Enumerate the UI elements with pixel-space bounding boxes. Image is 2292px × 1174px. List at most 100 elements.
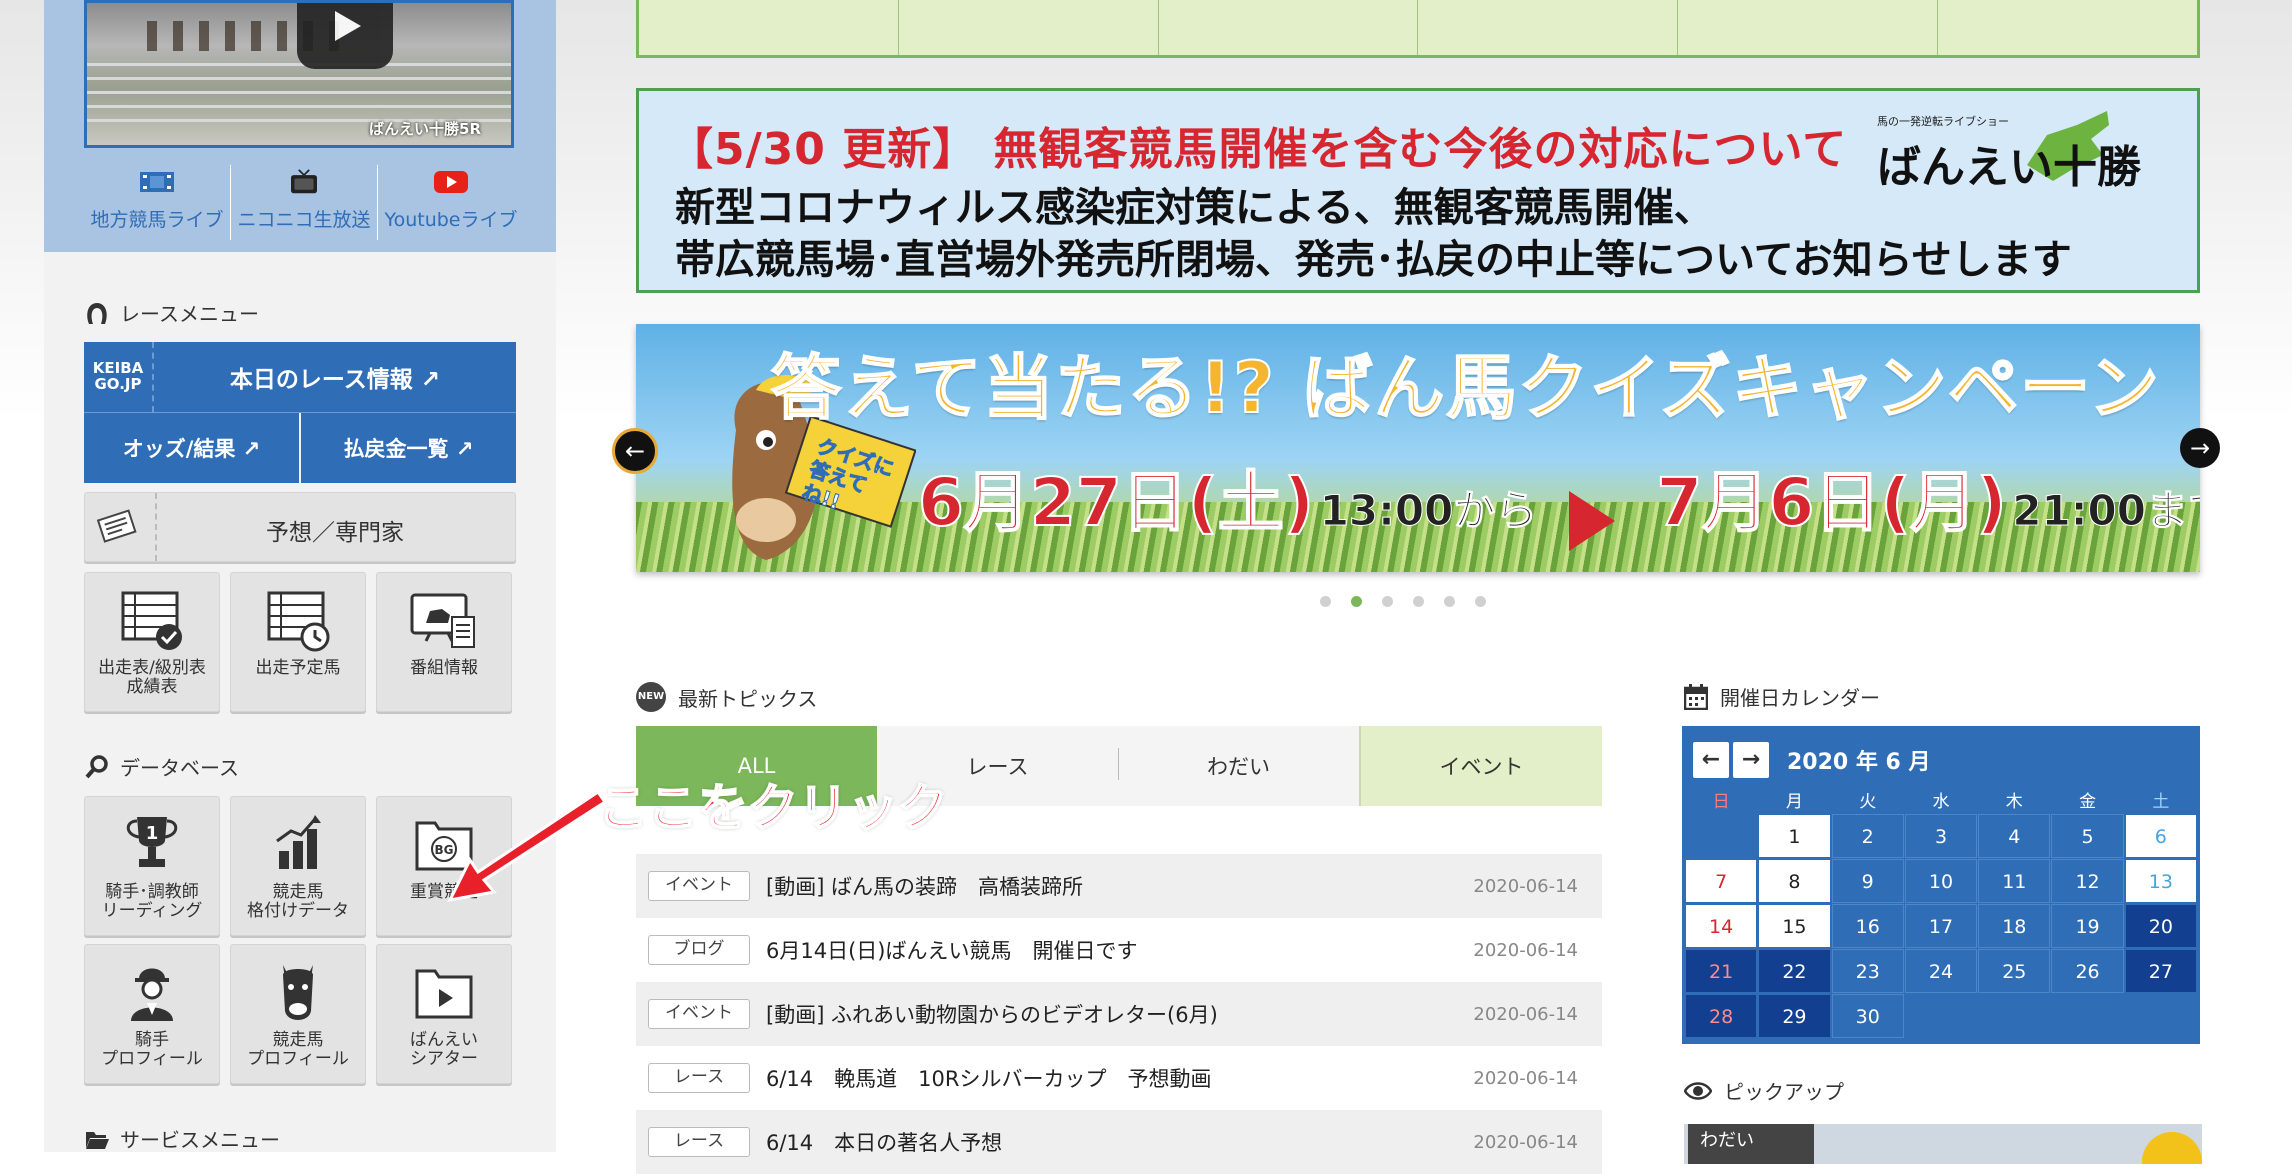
topic-date: 2020-06-14: [1473, 939, 1578, 961]
topic-row[interactable]: イベント [動画] ばん馬の装蹄 高橋装蹄所 2020-06-14: [636, 854, 1602, 918]
calendar-day[interactable]: 24: [1904, 949, 1978, 993]
odds-result-button[interactable]: オッズ/結果 ↗: [84, 413, 299, 483]
carousel-dot[interactable]: [1320, 596, 1331, 607]
calendar-day[interactable]: 21: [1685, 949, 1758, 993]
campaign-banner[interactable]: クイズに答えてね!! 答えて当たる!? ばん馬クイズキャンペーン 6月27日(土…: [636, 324, 2200, 572]
tile-entries[interactable]: 出走予定馬: [230, 572, 366, 712]
calendar-day[interactable]: 4: [1978, 814, 2051, 858]
live-video-player[interactable]: ばんえい十勝5R: [84, 0, 514, 148]
calendar-title: 開催日カレンダー: [1720, 686, 1880, 710]
arrow-left-icon: ←: [624, 437, 646, 465]
tab-event[interactable]: イベント: [1359, 726, 1602, 806]
topic-row[interactable]: ブログ 6月14日(日)ばんえい競馬 開催日です 2020-06-14: [636, 918, 1602, 982]
topic-row[interactable]: レース 6/14 本日の著名人予想 2020-06-14: [636, 1110, 1602, 1174]
calendar-day[interactable]: 11: [1978, 859, 2051, 903]
database-title: データベース: [120, 756, 239, 780]
tile-theater[interactable]: ばんえい シアター: [376, 944, 512, 1084]
page: ばんえい十勝5R 地方競馬ライブ ニコニコ生放送 Youtubeライブ レースメ…: [0, 0, 2292, 1174]
calendar-day[interactable]: 14: [1685, 904, 1758, 948]
tile-horse-profile[interactable]: 競走馬 プロフィール: [230, 944, 366, 1084]
newspaper-icon: [96, 509, 137, 543]
live-link-niconico[interactable]: ニコニコ生放送: [230, 165, 377, 240]
tile-jockey-profile[interactable]: 騎手 プロフィール: [84, 944, 220, 1084]
banner-start-time: 13:00から: [1319, 486, 1538, 536]
calendar-day[interactable]: 20: [2124, 904, 2197, 948]
yoso-button[interactable]: 予想／専門家: [84, 492, 516, 562]
calendar-empty-cell: [1685, 814, 1758, 858]
topic-row[interactable]: レース 6/14 輓馬道 10Rシルバーカップ 予想動画 2020-06-14: [636, 1046, 1602, 1110]
banner-start-date: 6月27日(土): [917, 463, 1315, 542]
live-link-chihou[interactable]: 地方競馬ライブ: [84, 165, 230, 240]
calendar-day[interactable]: 29: [1758, 994, 1831, 1038]
play-icon[interactable]: [297, 3, 393, 69]
calendar-day[interactable]: 28: [1685, 994, 1758, 1038]
eye-icon: [1684, 1081, 1712, 1100]
calendar-prev-button[interactable]: ←: [1693, 742, 1729, 778]
calendar-day[interactable]: 6: [2124, 814, 2197, 858]
calendar-day[interactable]: 13: [2124, 859, 2197, 903]
calendar-day[interactable]: 15: [1758, 904, 1831, 948]
red-arrow-icon: [447, 789, 608, 903]
calendar-day[interactable]: 2: [1831, 814, 1904, 858]
calendar-day[interactable]: 19: [2051, 904, 2124, 948]
calendar-day[interactable]: 8: [1758, 859, 1831, 903]
calendar-day[interactable]: 9: [1831, 859, 1904, 903]
calendar-day[interactable]: 7: [1685, 859, 1758, 903]
notice-line: 新型コロナウィルス感染症対策による、無観客競馬開催、: [675, 185, 1714, 231]
calendar-day[interactable]: 27: [2124, 949, 2197, 993]
calendar-day[interactable]: 17: [1904, 904, 1978, 948]
calendar-dow: 火: [1831, 791, 1904, 813]
topic-row[interactable]: イベント [動画] ふれあい動物園からのビデオレター(6月) 2020-06-14: [636, 982, 1602, 1046]
tile-leading[interactable]: 1 騎手･調教師 リーディング: [84, 796, 220, 936]
tile-race-card[interactable]: 出走表/級別表 成績表: [84, 572, 220, 712]
tile-label: 番組情報: [410, 658, 478, 678]
calendar-dow: 月: [1758, 791, 1831, 813]
tab-wadai[interactable]: わだい: [1118, 726, 1359, 806]
tile-rating[interactable]: 競走馬 格付けデータ: [230, 796, 366, 936]
calendar-grid: 日 月 火 水 木 金 土 1 2 3 4 5 6 7 8 9 10 11 12 13 14 15 16 17 1…: [1685, 791, 2197, 1038]
today-race-button[interactable]: KEIBA GO.JP 本日のレース情報 ↗: [84, 342, 516, 413]
top-info-strip: [636, 0, 2200, 58]
calendar-day[interactable]: 23: [1831, 949, 1904, 993]
carousel-dot[interactable]: [1413, 596, 1424, 607]
calendar-day[interactable]: 10: [1904, 859, 1978, 903]
video-folder-icon: [415, 969, 473, 1019]
calendar-day[interactable]: 22: [1758, 949, 1831, 993]
pickup-heading: ピックアップ: [1684, 1076, 1844, 1105]
calendar-next-button[interactable]: →: [1733, 742, 1769, 778]
calendar-day[interactable]: 16: [1831, 904, 1904, 948]
live-link-youtube[interactable]: Youtubeライブ: [377, 165, 524, 240]
calendar-dow: 水: [1904, 791, 1978, 813]
payout-list-button[interactable]: 払戻金一覧 ↗: [301, 413, 516, 483]
calendar-day[interactable]: 1: [1758, 814, 1831, 858]
new-badge-icon: NEW: [636, 682, 666, 712]
calendar-empty-cell: [2051, 994, 2124, 1038]
calendar-dow: 土: [2124, 791, 2197, 813]
calendar-day[interactable]: 3: [1904, 814, 1978, 858]
calendar-dow: 金: [2051, 791, 2124, 813]
pickup-decoration: [2142, 1132, 2202, 1164]
tile-program[interactable]: 番組情報: [376, 572, 512, 712]
topic-date: 2020-06-14: [1473, 1067, 1578, 1089]
topic-category-badge: ブログ: [648, 935, 750, 965]
carousel-prev-button[interactable]: ←: [612, 428, 658, 474]
calendar-day[interactable]: 12: [2051, 859, 2124, 903]
logo-sub: 馬の一発逆転ライブショー: [1877, 115, 2009, 128]
carousel-next-button[interactable]: →: [2180, 428, 2220, 468]
notice-banner[interactable]: 【5/30 更新】 無観客競馬開催を含む今後の対応について 新型コロナウィルス感…: [636, 88, 2200, 293]
carousel-dot[interactable]: [1351, 596, 1362, 607]
carousel-dot[interactable]: [1382, 596, 1393, 607]
calendar-day[interactable]: 30: [1831, 994, 1904, 1038]
calendar-day[interactable]: 5: [2051, 814, 2124, 858]
topic-date: 2020-06-14: [1473, 1131, 1578, 1153]
calendar-day[interactable]: 18: [1978, 904, 2051, 948]
bar-chart-icon: [276, 815, 321, 869]
carousel-dot[interactable]: [1475, 596, 1486, 607]
pickup-card[interactable]: わだい: [1684, 1124, 2202, 1164]
race-card-icon: [121, 591, 182, 650]
horse-icon: [283, 965, 313, 1020]
topic-date: 2020-06-14: [1473, 1003, 1578, 1025]
calendar-day[interactable]: 26: [2051, 949, 2124, 993]
carousel-dot[interactable]: [1444, 596, 1455, 607]
calendar-day[interactable]: 25: [1978, 949, 2051, 993]
